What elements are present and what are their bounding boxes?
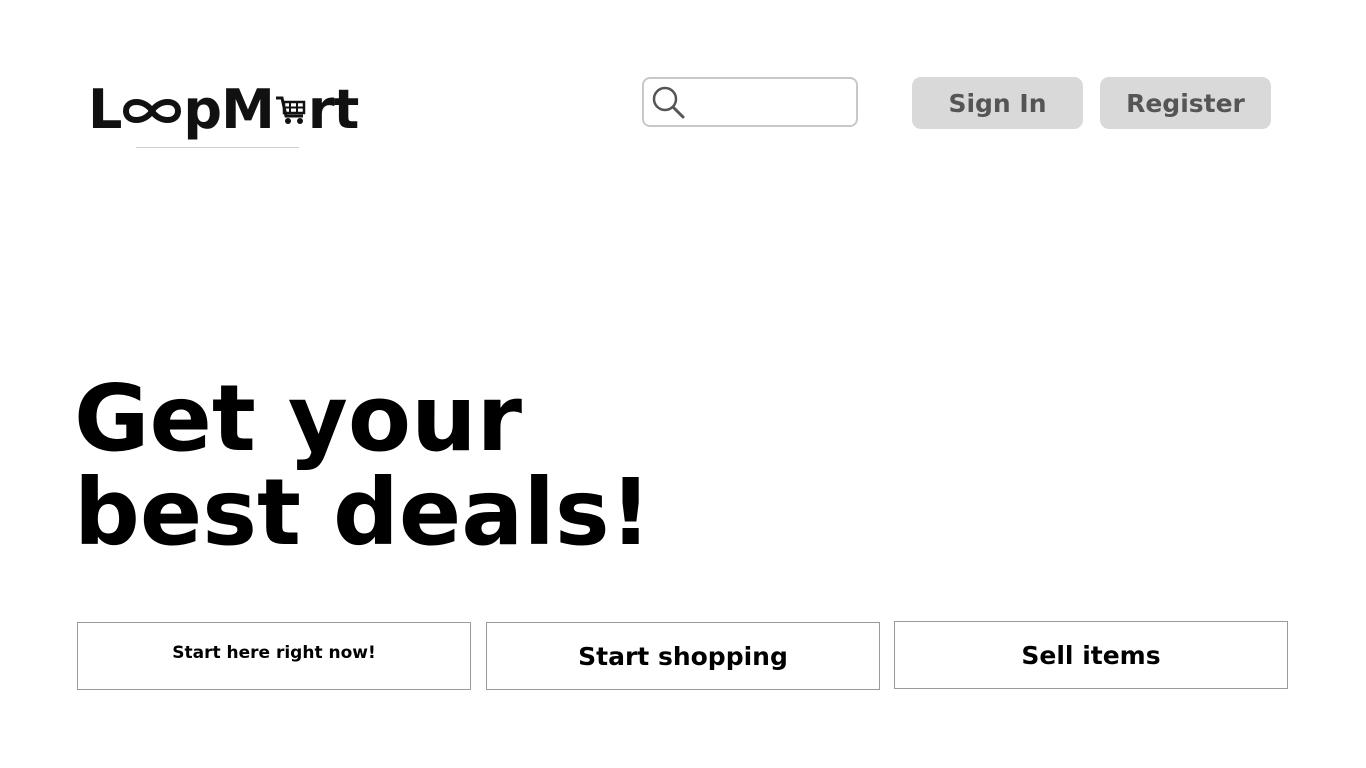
page: L pM rt Sign In Register Get your best d… bbox=[0, 0, 1366, 768]
start-here-button[interactable]: Start here right now! bbox=[77, 622, 471, 690]
shopping-cart-icon bbox=[274, 83, 308, 137]
infinity-icon bbox=[121, 83, 183, 137]
logo-underline bbox=[136, 147, 299, 148]
logo-letters-rt: rt bbox=[307, 78, 359, 141]
sign-in-button[interactable]: Sign In bbox=[912, 77, 1083, 129]
logo-letters-pm: pM bbox=[183, 78, 274, 141]
loopmart-logo[interactable]: L pM rt bbox=[88, 70, 359, 150]
logo-letter-l: L bbox=[88, 78, 122, 141]
search-icon[interactable] bbox=[650, 84, 686, 120]
hero-line-2: best deals! bbox=[74, 459, 652, 566]
sell-items-button[interactable]: Sell items bbox=[894, 621, 1288, 689]
start-shopping-button[interactable]: Start shopping bbox=[486, 622, 880, 690]
hero-line-1: Get your bbox=[74, 365, 522, 472]
search-input[interactable] bbox=[692, 81, 903, 123]
search-box[interactable] bbox=[642, 77, 903, 127]
hero-headline: Get your best deals! bbox=[74, 372, 652, 560]
register-button[interactable]: Register bbox=[1100, 77, 1271, 129]
